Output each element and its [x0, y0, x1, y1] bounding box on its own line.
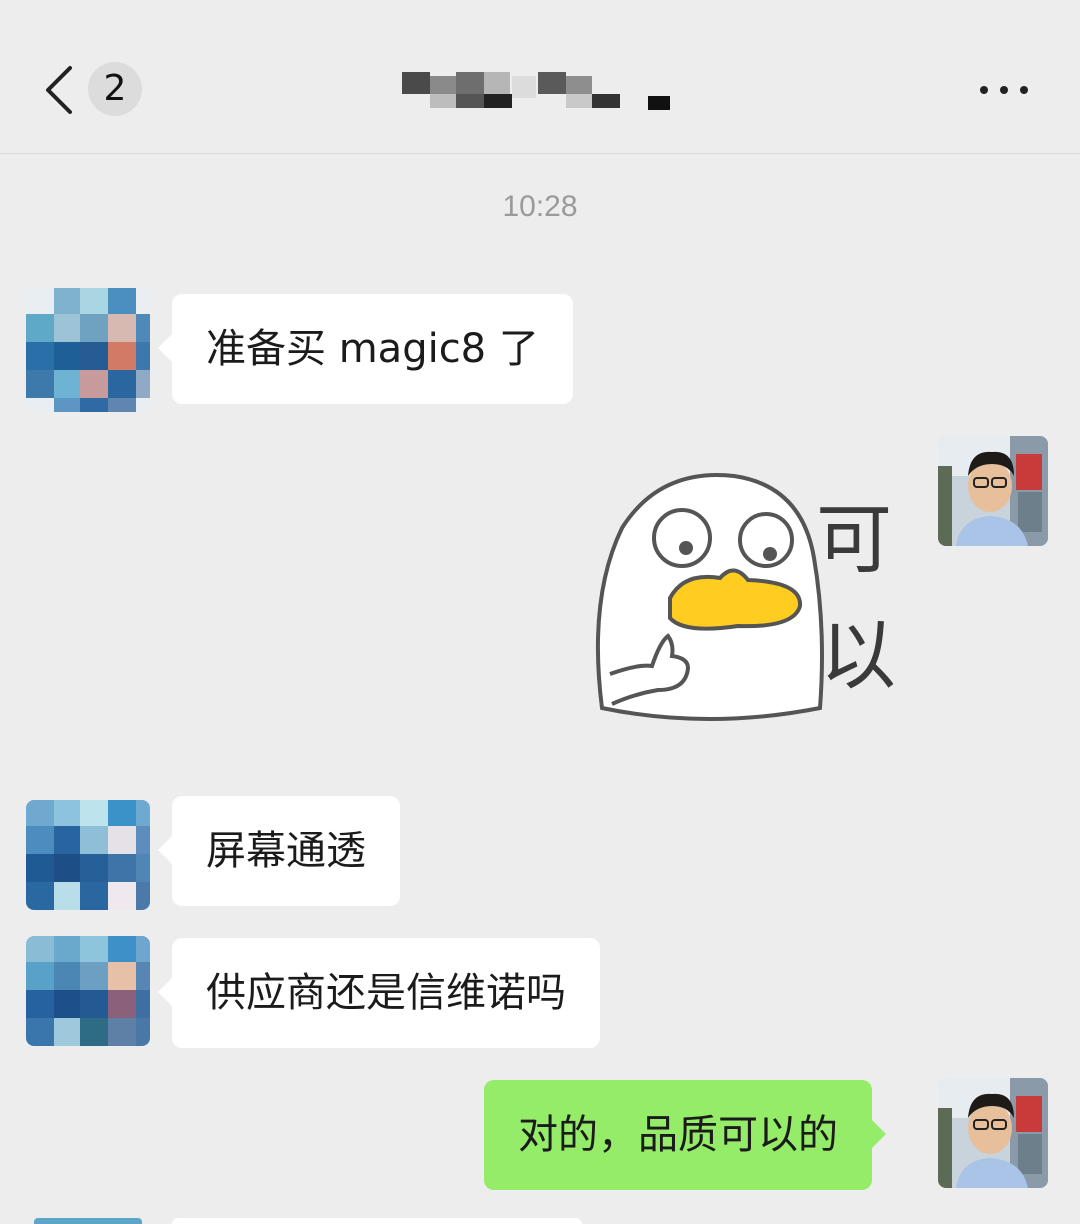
contact-avatar[interactable] [26, 936, 150, 1046]
chat-title-redacted [402, 72, 672, 112]
message-bubble-outgoing[interactable]: 对的，品质可以的 [484, 1080, 886, 1190]
contact-avatar[interactable] [26, 288, 150, 412]
chat-header: 2 [0, 0, 1080, 154]
message-bubble-incoming[interactable]: 准备买 magic8 了 [158, 294, 573, 404]
chevron-left-icon [46, 66, 72, 114]
message-bubble-partial [172, 1218, 582, 1224]
sticker-text-2: 以 [820, 611, 896, 700]
unread-count-badge[interactable]: 2 [88, 62, 142, 116]
message-bubble-incoming[interactable]: 屏幕通透 [158, 796, 400, 906]
sticker-text: 可 [816, 495, 892, 584]
more-button[interactable] [976, 78, 1032, 102]
self-avatar[interactable] [938, 436, 1048, 546]
message-timestamp: 10:28 [502, 190, 578, 223]
more-dots-icon [980, 86, 1028, 94]
message-bubble-incoming[interactable]: 供应商还是信维诺吗 [158, 938, 600, 1048]
contact-avatar[interactable] [26, 800, 150, 910]
back-button[interactable] [40, 62, 80, 118]
self-avatar[interactable] [938, 1078, 1048, 1188]
sticker-duck-ok[interactable]: 可 以 可以 [588, 468, 912, 740]
contact-avatar-partial [34, 1218, 142, 1224]
